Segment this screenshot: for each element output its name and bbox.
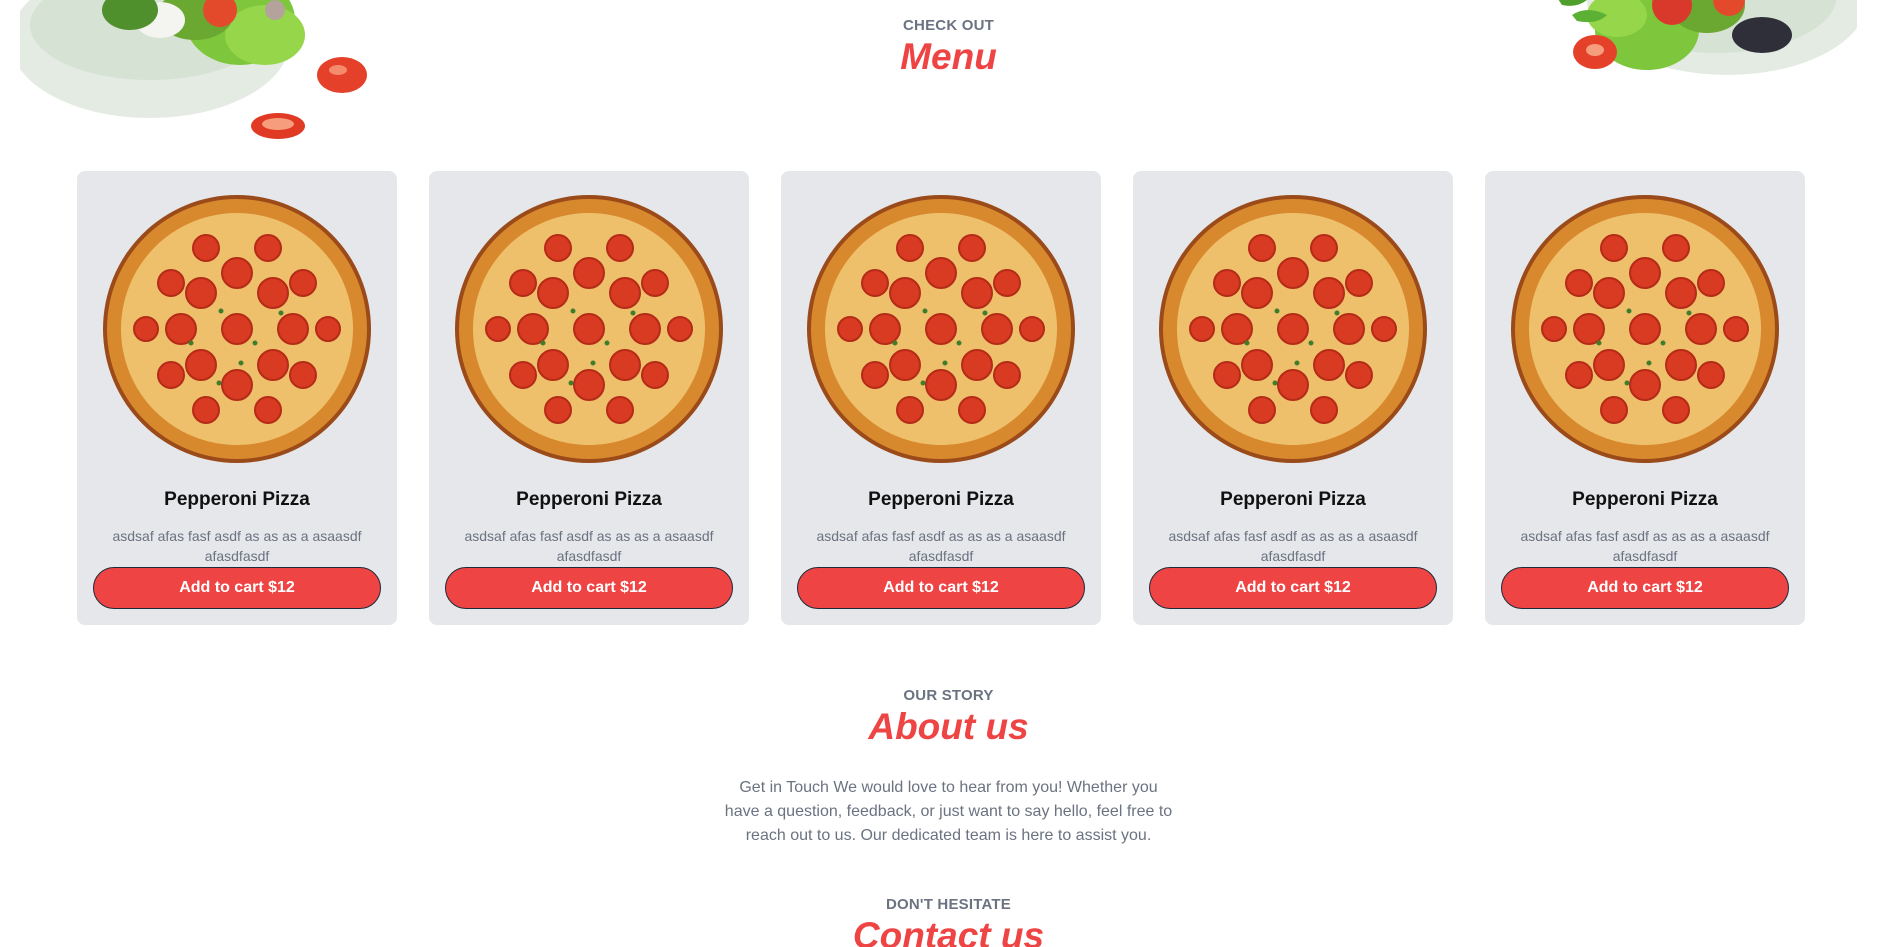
pizza-image	[103, 195, 371, 463]
about-text: Get in Touch We would love to hear from …	[724, 779, 1173, 844]
pizza-image	[807, 195, 1075, 463]
add-to-cart-button[interactable]: Add to cart $12	[1501, 567, 1789, 609]
menu-title: Menu	[900, 36, 997, 77]
menu-card: Pepperoni Pizza asdsaf afas fasf asdf as…	[1485, 171, 1805, 625]
add-to-cart-button[interactable]: Add to cart $12	[445, 567, 733, 609]
pizza-image	[455, 195, 723, 463]
add-to-cart-button[interactable]: Add to cart $12	[93, 567, 381, 609]
menu-item-name: Pepperoni Pizza	[164, 489, 310, 510]
page: CHECK OUT Menu Pepperoni Pizza asdsaf af…	[0, 0, 1897, 947]
contact-eyebrow: DON'T HESITATE	[886, 896, 1011, 913]
menu-item-name: Pepperoni Pizza	[1572, 489, 1718, 510]
menu-item-description: asdsaf afas fasf asdf as as as a asaasdf…	[112, 528, 362, 564]
menu-card: Pepperoni Pizza asdsaf afas fasf asdf as…	[429, 171, 749, 625]
menu-card: Pepperoni Pizza asdsaf afas fasf asdf as…	[1133, 171, 1453, 625]
add-to-cart-button[interactable]: Add to cart $12	[1149, 567, 1437, 609]
about-title: About us	[868, 706, 1029, 747]
menu-eyebrow: CHECK OUT	[903, 17, 994, 34]
menu-item-description: asdsaf afas fasf asdf as as as a asaasdf…	[1520, 528, 1770, 564]
menu-item-description: asdsaf afas fasf asdf as as as a asaasdf…	[1168, 528, 1418, 564]
pizza-image	[1159, 195, 1427, 463]
contact-section-header: DON'T HESITATE Contact us	[0, 896, 1897, 947]
contact-title: Contact us	[852, 915, 1045, 947]
pizza-image	[1511, 195, 1779, 463]
menu-item-name: Pepperoni Pizza	[868, 489, 1014, 510]
menu-item-name: Pepperoni Pizza	[516, 489, 662, 510]
about-eyebrow: OUR STORY	[903, 687, 994, 704]
about-section-header: OUR STORY About us	[0, 687, 1897, 747]
menu-card: Pepperoni Pizza asdsaf afas fasf asdf as…	[77, 171, 397, 625]
menu-section-header: CHECK OUT Menu	[0, 17, 1897, 77]
menu-item-description: asdsaf afas fasf asdf as as as a asaasdf…	[816, 528, 1066, 564]
menu-item-description: asdsaf afas fasf asdf as as as a asaasdf…	[464, 528, 714, 564]
menu-card-list: Pepperoni Pizza asdsaf afas fasf asdf as…	[77, 171, 1805, 625]
add-to-cart-button[interactable]: Add to cart $12	[797, 567, 1085, 609]
menu-card: Pepperoni Pizza asdsaf afas fasf asdf as…	[781, 171, 1101, 625]
menu-item-name: Pepperoni Pizza	[1220, 489, 1366, 510]
